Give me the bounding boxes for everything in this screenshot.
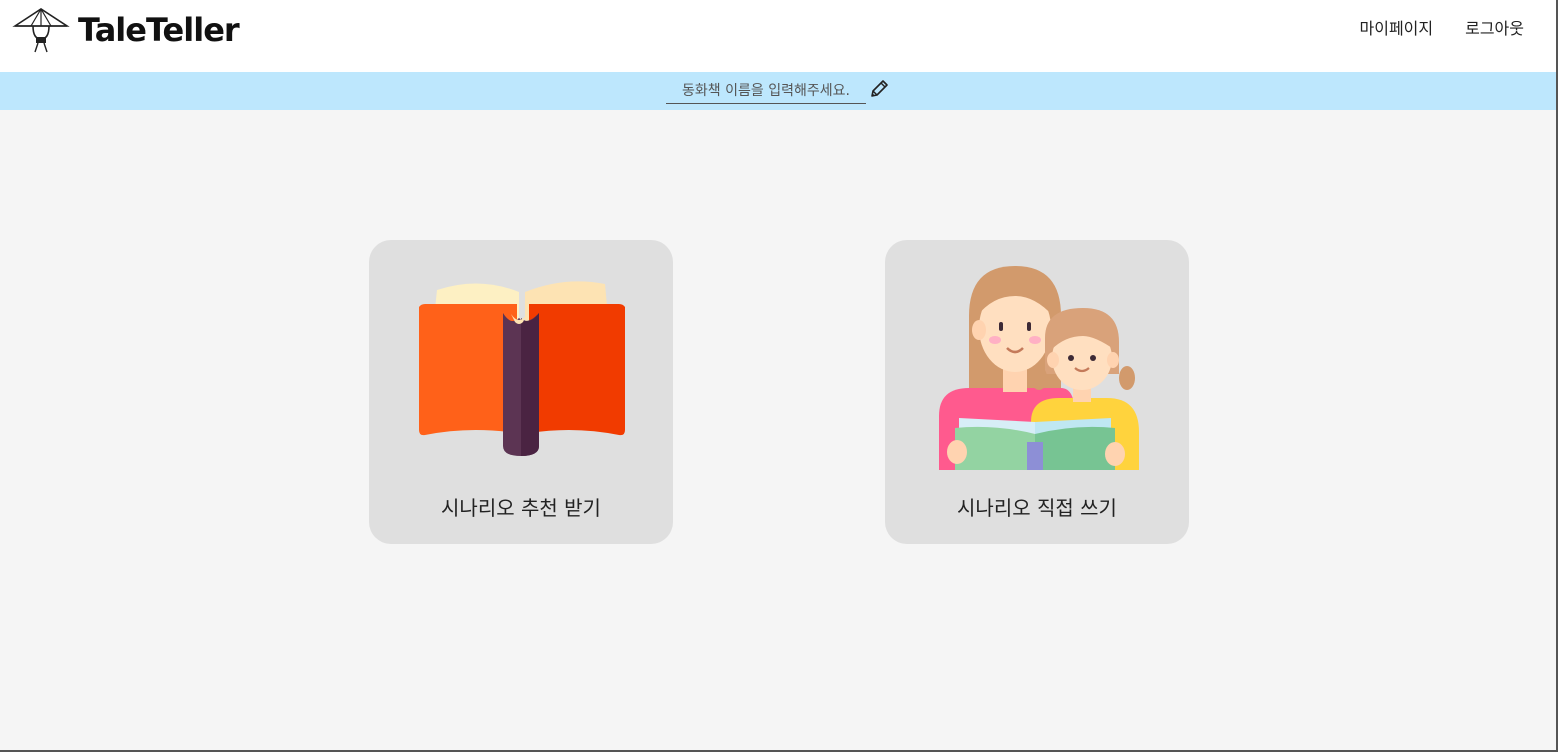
storybook-title-input[interactable]	[666, 78, 866, 104]
hat-person-icon	[12, 8, 70, 53]
recommend-scenario-label: 시나리오 추천 받기	[441, 496, 601, 520]
open-book-icon	[419, 281, 625, 456]
pencil-icon[interactable]	[868, 78, 890, 100]
logo[interactable]: TaleTeller	[12, 6, 240, 54]
recommend-scenario-card[interactable]: 시나리오 추천 받기	[369, 240, 673, 544]
app-name: TaleTeller	[78, 11, 240, 49]
storybook-title-bar	[0, 72, 1556, 110]
write-scenario-label: 시나리오 직접 쓰기	[957, 496, 1117, 520]
mother-child-reading-icon	[939, 266, 1139, 470]
mypage-link[interactable]: 마이페이지	[1360, 15, 1434, 39]
logout-link[interactable]: 로그아웃	[1465, 15, 1524, 39]
header: TaleTeller 마이페이지 로그아웃	[0, 0, 1556, 72]
page: TaleTeller 마이페이지 로그아웃 시나리오 추천 받기	[0, 0, 1558, 752]
write-scenario-card[interactable]: 시나리오 직접 쓰기	[885, 240, 1189, 544]
top-nav: 마이페이지 로그아웃	[1360, 15, 1525, 39]
